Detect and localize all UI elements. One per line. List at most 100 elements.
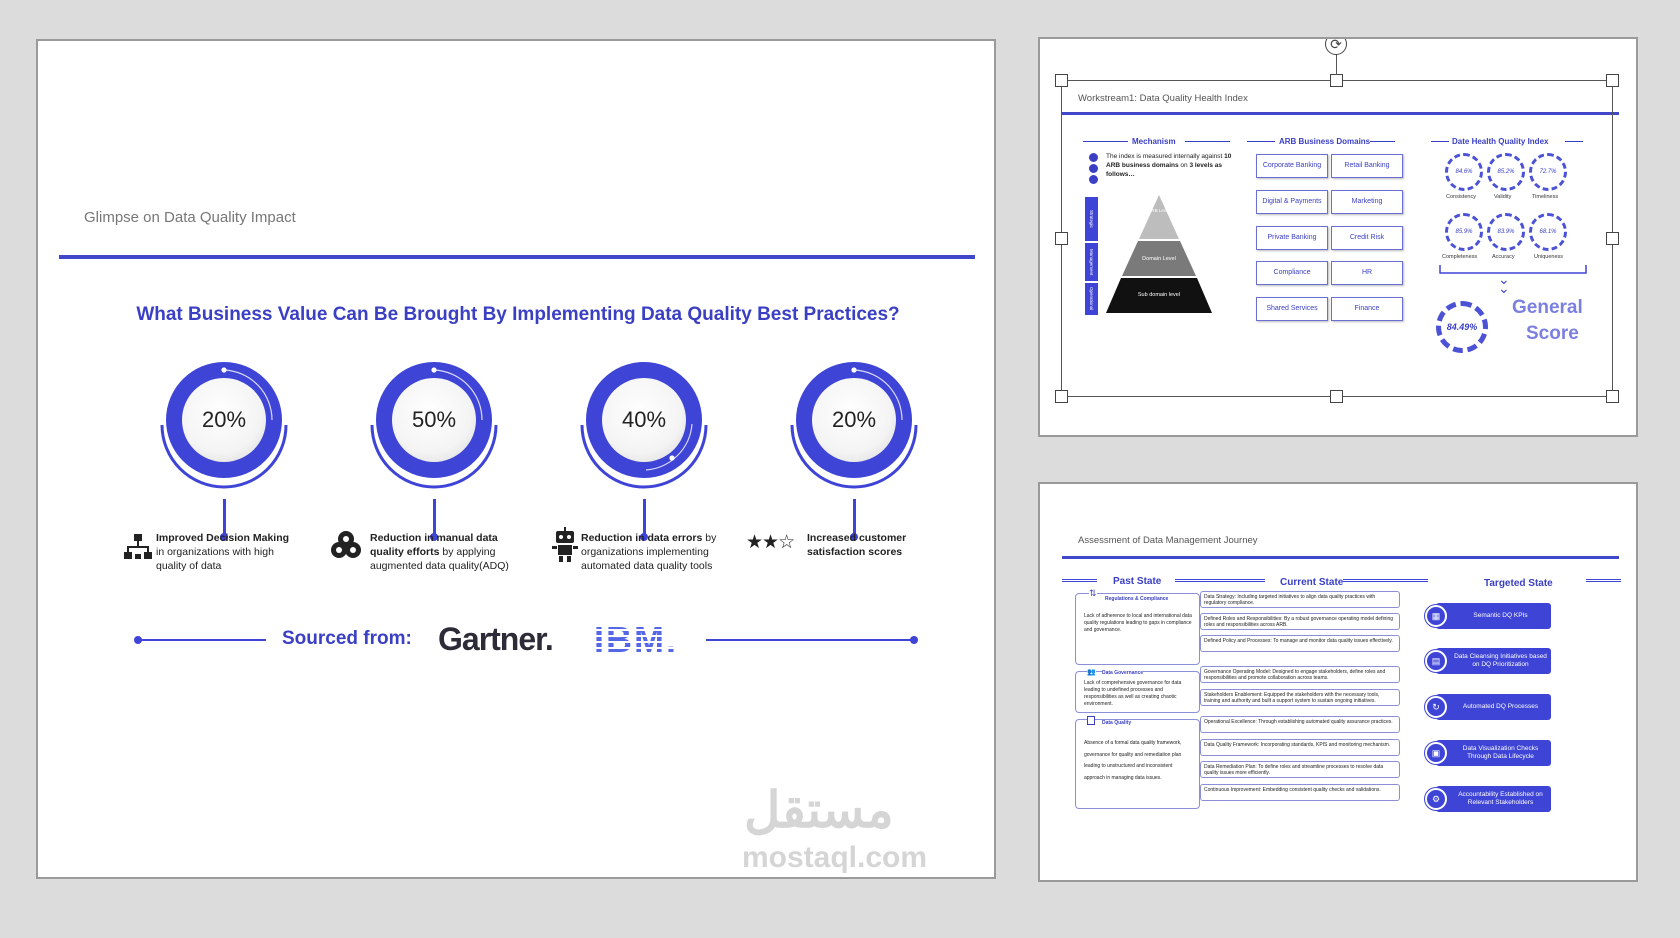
mechanism-description: The index is measured internally against…: [1106, 152, 1234, 179]
three-stars-icon: ★★☆: [746, 532, 795, 553]
stat-ring: 40%: [586, 362, 702, 478]
domain-tile[interactable]: Retail Banking: [1331, 154, 1403, 178]
resize-handle-top-right[interactable]: [1606, 74, 1619, 87]
targeted-item: Accountability Established on Relevant S…: [1436, 786, 1551, 812]
visualization-icon: ▣: [1425, 742, 1447, 764]
people-group-icon: [331, 531, 361, 558]
title-divider: [1062, 556, 1619, 559]
stat-value: 40%: [602, 378, 686, 462]
hierarchy-icon: [124, 534, 152, 559]
resize-handle-bottom[interactable]: [1330, 390, 1343, 403]
slide-title: Assessment of Data Management Journey: [1078, 535, 1258, 546]
document-icon: [1087, 716, 1095, 725]
pyramid-level-domain: Domain Level: [1142, 256, 1176, 262]
general-score-label: General: [1512, 297, 1583, 318]
domain-tile[interactable]: Marketing: [1331, 190, 1403, 214]
stat-value: 20%: [812, 378, 896, 462]
automation-icon: ↻: [1425, 696, 1447, 718]
heading-rule: [1370, 141, 1395, 142]
dq-gauge: 68.1%: [1529, 213, 1567, 251]
domain-tile[interactable]: Compliance: [1256, 261, 1328, 285]
desc-part: on: [1178, 162, 1190, 169]
dq-gauge-label: Timeliness: [1532, 194, 1559, 200]
targeted-item: Automated DQ Processes: [1436, 694, 1551, 720]
sourced-from-label: Sourced from:: [282, 628, 412, 649]
watermark-arabic: مستقل: [744, 782, 894, 838]
heading-rule: [1431, 141, 1449, 142]
pyramid-level-arb: ARB Level: [1148, 208, 1170, 213]
slide-thumbnail-journey-assessment[interactable]: Assessment of Data Management Journey Pa…: [1038, 482, 1638, 882]
gartner-logo: Gartner.: [438, 621, 554, 657]
domain-tile[interactable]: Private Banking: [1256, 226, 1328, 250]
heading-rule: [1565, 141, 1583, 142]
source-line-right: [706, 639, 916, 641]
resize-handle-bottom-left[interactable]: [1055, 390, 1068, 403]
stat-headline: Increased customer satisfaction scores: [807, 532, 907, 558]
stat-ring: 20%: [166, 362, 282, 478]
kpi-icon: ▦: [1425, 605, 1447, 627]
heading-rule: [1185, 141, 1230, 142]
watermark-latin: mostaql.com: [742, 841, 928, 874]
general-score-gauge: 84.49%: [1436, 301, 1488, 353]
past-section-title: Data Governance: [1102, 670, 1144, 676]
dq-gauge: 85.9%: [1445, 213, 1483, 251]
domain-tile[interactable]: Shared Services: [1256, 297, 1328, 321]
current-state-item: Data Strategy: Including targeted initia…: [1200, 591, 1400, 608]
stat-headline: Reduction in data errors: [581, 532, 703, 544]
current-state-item: Data Remediation Plan: To define roles a…: [1200, 761, 1400, 778]
accountability-icon: ⚙: [1425, 788, 1447, 810]
current-state-item: Operational Excellence: Through establis…: [1200, 716, 1400, 733]
ibm-logo: IBM.: [594, 619, 678, 660]
slide-thumbnail-health-index[interactable]: Workstream1: Data Quality Health Index ⟳…: [1038, 37, 1638, 437]
dq-gauge: 83.9%: [1487, 213, 1525, 251]
source-line-dot: [910, 636, 918, 644]
past-section-title: Regulations & Compliance: [1105, 596, 1169, 602]
past-state-card: ⇅ Regulations & Compliance Lack of adher…: [1075, 588, 1200, 665]
regulation-icon: ⇅: [1089, 588, 1097, 599]
domain-tile[interactable]: Digital & Payments: [1256, 190, 1328, 214]
dq-gauge: 72.7%: [1529, 153, 1567, 191]
cleansing-icon: ▤: [1425, 650, 1447, 672]
heading-rule: [1175, 579, 1265, 583]
stat-headline: Improved Decision Making: [156, 532, 290, 544]
current-state-item: Continuous Improvement: Embedding consis…: [1200, 784, 1400, 801]
dq-gauge: 84.6%: [1445, 153, 1483, 191]
past-section-text: Lack of adherence to local and internati…: [1084, 613, 1192, 633]
bullet-icon: [1089, 153, 1098, 162]
heading-rule: [1083, 141, 1128, 142]
slide-title: Glimpse on Data Quality Impact: [84, 209, 296, 226]
past-section-text: Absence of a formal data quality framewo…: [1084, 740, 1182, 781]
targeted-item: Data Cleansing Initiatives based on DQ P…: [1436, 648, 1551, 674]
past-section-title: Data Quality: [1102, 720, 1132, 726]
domain-tile[interactable]: HR: [1331, 261, 1403, 285]
heading-rule: [1062, 579, 1097, 583]
resize-handle-top-left[interactable]: [1055, 74, 1068, 87]
stat-ring: 50%: [376, 362, 492, 478]
people-icon: 👥: [1087, 668, 1096, 676]
current-state-item: Defined Roles and Responsibilities: By a…: [1200, 613, 1400, 630]
level-tag-management: Management: [1085, 243, 1098, 281]
rotate-icon[interactable]: ⟳: [1325, 39, 1347, 55]
resize-handle-right[interactable]: [1606, 232, 1619, 245]
bullet-icon: [1089, 175, 1098, 184]
resize-handle-top[interactable]: [1330, 74, 1343, 87]
domain-tile[interactable]: Credit Risk: [1331, 226, 1403, 250]
health-index-heading: Date Health Quality Index: [1452, 137, 1549, 146]
bullet-icon: [1089, 164, 1098, 173]
domain-tile[interactable]: Corporate Banking: [1256, 154, 1328, 178]
level-tag-operational: Operational: [1085, 283, 1098, 315]
heading-rule: [1343, 579, 1428, 583]
value-question-heading: What Business Value Can Be Brought By Im…: [136, 304, 900, 325]
dq-gauge-label: Completeness: [1442, 254, 1478, 260]
dq-gauge: 85.2%: [1487, 153, 1525, 191]
dq-gauge-label: Accuracy: [1492, 254, 1515, 260]
past-state-heading: Past State: [1113, 576, 1162, 587]
resize-handle-bottom-right[interactable]: [1606, 390, 1619, 403]
rotate-handle-stem: [1336, 53, 1337, 75]
dq-gauge-label: Uniqueness: [1534, 254, 1564, 260]
domains-heading: ARB Business Domains: [1279, 137, 1371, 146]
resize-handle-left[interactable]: [1055, 232, 1068, 245]
slide-thumbnail-data-quality-impact[interactable]: Glimpse on Data Quality Impact What Busi…: [36, 39, 996, 879]
current-state-heading: Current State: [1280, 577, 1344, 588]
domain-tile[interactable]: Finance: [1331, 297, 1403, 321]
